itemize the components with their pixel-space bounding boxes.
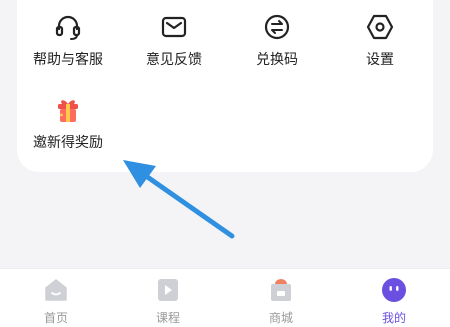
play-icon: [158, 279, 178, 301]
tab-label: 商城: [268, 311, 293, 325]
tab-profile[interactable]: 我的: [354, 269, 434, 327]
tab-label: 首页: [43, 311, 68, 325]
tab-label: 我的: [381, 311, 406, 325]
bottom-tab-bar: 首页 课程 商城 我的: [0, 268, 450, 327]
tab-shop[interactable]: 商城: [241, 269, 321, 327]
profile-face-icon: [382, 278, 406, 302]
home-icon: [45, 279, 67, 301]
tab-course[interactable]: 课程: [128, 269, 208, 327]
shop-icon: [271, 279, 291, 301]
tab-label: 课程: [155, 311, 180, 325]
tab-home[interactable]: 首页: [16, 269, 96, 327]
